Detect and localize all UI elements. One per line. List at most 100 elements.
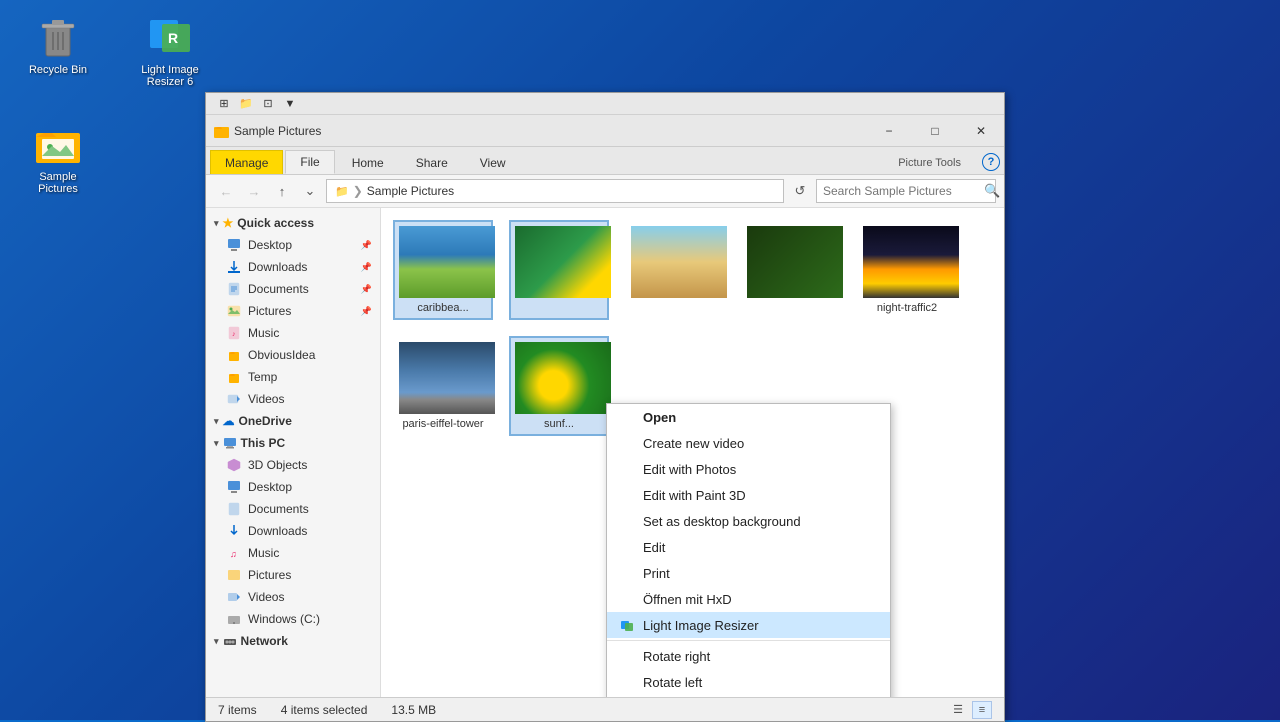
sidebar-section-onedrive[interactable]: ▾ ☁ OneDrive: [206, 410, 380, 432]
file-thumb-desert: [631, 226, 727, 298]
sidebar-item-obviousidea-qa[interactable]: ObviousIdea: [206, 344, 380, 366]
documents-pc-label: Documents: [248, 502, 309, 516]
cm-create-video-label: Create new video: [643, 436, 744, 451]
cm-item-edit[interactable]: Edit: [607, 534, 890, 560]
nav-up-btn[interactable]: ↑: [270, 179, 294, 203]
obviousidea-qa-label: ObviousIdea: [248, 348, 315, 362]
desktop-icon-light-image-resizer[interactable]: R Light Image Resizer 6: [130, 8, 210, 92]
file-item-chrysanthemum[interactable]: [509, 220, 609, 320]
sidebar-item-windows-c[interactable]: Windows (C:): [206, 608, 380, 630]
sidebar-item-desktop-pc[interactable]: Desktop: [206, 476, 380, 498]
address-path[interactable]: 📁 ❯ Sample Pictures: [326, 179, 784, 203]
sidebar-item-videos-pc[interactable]: Videos: [206, 586, 380, 608]
cm-item-open[interactable]: Open: [607, 404, 890, 430]
refresh-btn[interactable]: ↺: [788, 179, 812, 203]
sidebar-item-downloads-qa[interactable]: Downloads 📌: [206, 256, 380, 278]
sidebar-item-music-pc[interactable]: ♫ Music: [206, 542, 380, 564]
cm-item-edit-with-photos[interactable]: Edit with Photos: [607, 456, 890, 482]
address-path-text: Sample Pictures: [367, 184, 454, 198]
sidebar-item-documents-qa[interactable]: Documents 📌: [206, 278, 380, 300]
cm-print-label: Print: [643, 566, 670, 581]
sidebar-item-desktop-qa[interactable]: Desktop 📌: [206, 234, 380, 256]
cm-item-print[interactable]: Print: [607, 560, 890, 586]
light-image-resizer-label: Light Image Resizer 6: [134, 64, 206, 88]
pictures-pc-label: Pictures: [248, 568, 291, 582]
view-large-icons-btn[interactable]: ☰: [948, 701, 968, 719]
sidebar-item-music-qa[interactable]: ♪ Music: [206, 322, 380, 344]
sidebar-section-network[interactable]: ▾ Network: [206, 630, 380, 652]
file-thumb-night: [863, 226, 959, 298]
tab-share[interactable]: Share: [401, 150, 463, 174]
sidebar-section-quick-access[interactable]: ▾ ★ Quick access: [206, 212, 380, 234]
sidebar-item-pictures-qa[interactable]: Pictures 📌: [206, 300, 380, 322]
qa-properties-btn[interactable]: ⊞: [214, 95, 234, 113]
network-icon: [223, 634, 237, 648]
nav-forward-btn[interactable]: →: [242, 179, 266, 203]
tab-home[interactable]: Home: [337, 150, 399, 174]
chevron-network: ▾: [214, 636, 219, 647]
cm-edit-label: Edit: [643, 540, 665, 555]
search-input[interactable]: [817, 184, 984, 198]
view-details-btn[interactable]: ≡: [972, 701, 992, 719]
sidebar-item-3d-objects[interactable]: 3D Objects: [206, 454, 380, 476]
pictures-qa-label: Pictures: [248, 304, 291, 318]
close-btn[interactable]: ✕: [958, 115, 1004, 147]
status-selected: 4 items selected: [281, 703, 368, 717]
sidebar: ▾ ★ Quick access Desktop 📌 Downloads: [206, 208, 381, 697]
star-icon: ★: [223, 216, 234, 230]
desktop: Recycle Bin R Light Image Resizer 6 Samp…: [0, 0, 1280, 720]
recycle-bin-label: Recycle Bin: [22, 64, 94, 76]
videos-qa-icon: [226, 391, 242, 407]
file-name-paris-eiffel-tower: paris-eiffel-tower: [399, 418, 487, 430]
this-pc-label: This PC: [241, 436, 286, 450]
nav-recent-btn[interactable]: ⌄: [298, 179, 322, 203]
cm-item-rotate-right[interactable]: Rotate right: [607, 643, 890, 669]
documents-qa-icon: [226, 281, 242, 297]
sidebar-item-documents-pc[interactable]: Documents: [206, 498, 380, 520]
ribbon-help-btn[interactable]: ?: [982, 153, 1000, 171]
minimize-btn[interactable]: −: [866, 115, 912, 147]
cm-item-open-hxd[interactable]: Öffnen mit HxD: [607, 586, 890, 612]
file-item-desert[interactable]: [625, 220, 725, 320]
search-btn[interactable]: 🔍: [984, 179, 1000, 203]
title-bar: Sample Pictures − □ ✕: [206, 115, 1004, 147]
tab-file[interactable]: File: [285, 150, 334, 174]
cm-item-light-image-resizer[interactable]: Light Image Resizer: [607, 612, 890, 638]
tab-manage[interactable]: Manage: [210, 150, 283, 174]
file-item-caribbean[interactable]: caribbea...: [393, 220, 493, 320]
qa-new-folder-btn[interactable]: 📁: [236, 95, 256, 113]
desktop-qa-icon: [226, 237, 242, 253]
documents-qa-label: Documents: [248, 282, 309, 296]
sidebar-item-videos-qa[interactable]: Videos: [206, 388, 380, 410]
sidebar-item-temp-qa[interactable]: Temp: [206, 366, 380, 388]
sidebar-item-pictures-pc[interactable]: Pictures: [206, 564, 380, 586]
file-item-night-traffic2[interactable]: night-traffic2: [857, 220, 957, 320]
file-name-caribbean: caribbea...: [399, 302, 487, 314]
file-item-paris-eiffel-tower[interactable]: paris-eiffel-tower: [393, 336, 493, 436]
cm-item-rotate-left[interactable]: Rotate left: [607, 669, 890, 695]
file-thumb-chrysanthemum: [515, 226, 611, 298]
sidebar-section-this-pc[interactable]: ▾ This PC: [206, 432, 380, 454]
cm-item-edit-with-paint3d[interactable]: Edit with Paint 3D: [607, 482, 890, 508]
quick-access-label: Quick access: [237, 216, 314, 230]
nav-back-btn[interactable]: ←: [214, 179, 238, 203]
file-item-sunflowers[interactable]: sunf...: [509, 336, 609, 436]
sidebar-item-downloads-pc[interactable]: Downloads: [206, 520, 380, 542]
this-pc-icon: [223, 436, 237, 450]
3d-objects-icon: [226, 457, 242, 473]
qa-dropdown-btn[interactable]: ▼: [280, 95, 300, 113]
tab-picture-tools-label: Picture Tools: [883, 150, 976, 174]
maximize-btn[interactable]: □: [912, 115, 958, 147]
ribbon: Manage File Home Share View Picture Tool…: [206, 147, 1004, 175]
temp-qa-icon: [226, 369, 242, 385]
cm-rotate-right-icon: [619, 648, 635, 664]
documents-pc-icon: [226, 501, 242, 517]
qa-copy-btn[interactable]: ⊡: [258, 95, 278, 113]
cm-item-create-new-video[interactable]: Create new video: [607, 430, 890, 456]
downloads-pc-label: Downloads: [248, 524, 307, 538]
desktop-icon-recycle-bin[interactable]: Recycle Bin: [18, 8, 98, 80]
cm-item-set-as-desktop-bg[interactable]: Set as desktop background: [607, 508, 890, 534]
tab-view[interactable]: View: [465, 150, 521, 174]
desktop-icon-sample-pictures[interactable]: Sample Pictures: [18, 115, 98, 199]
file-item-ferns[interactable]: [741, 220, 841, 320]
